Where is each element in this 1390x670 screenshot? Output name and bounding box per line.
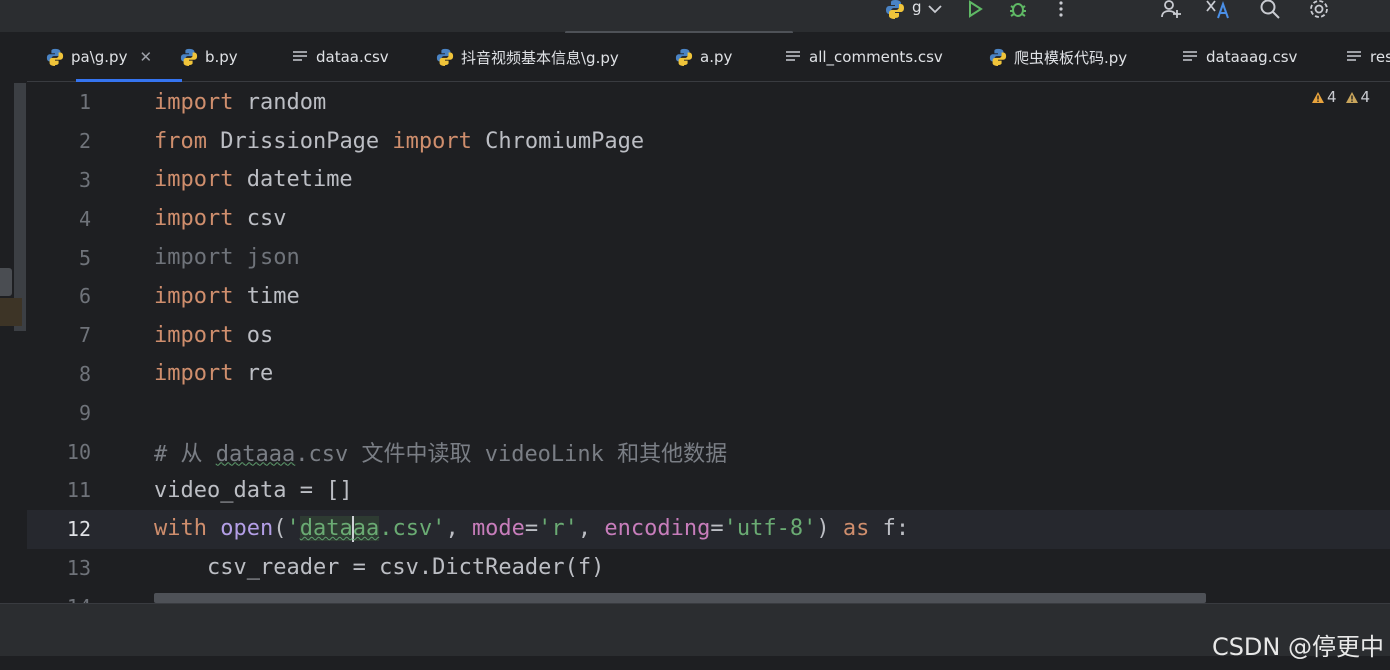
- line-number[interactable]: 8: [27, 362, 91, 386]
- structure-scrollbar[interactable]: [14, 83, 26, 331]
- code-line[interactable]: 13 csv_reader = csv.DictReader(f): [27, 549, 1390, 588]
- status-bar: [0, 656, 1390, 670]
- bottom-panel: CSDN @停更中: [0, 603, 1390, 670]
- line-number[interactable]: 11: [27, 478, 91, 502]
- code-editor[interactable]: 4 4 1 import random 2 from DrissionPage imp…: [27, 82, 1390, 603]
- tab-crawler-template-py[interactable]: 爬虫模板代码.py: [989, 33, 1127, 81]
- tab-res[interactable]: res: [1345, 33, 1390, 81]
- editor-tab-bar: pa\g.py ✕ b.py dataa.csv 抖音视频基本信息\g.py a…: [0, 33, 1390, 82]
- tab-douyin-g-py[interactable]: 抖音视频基本信息\g.py: [436, 33, 619, 81]
- code-text[interactable]: # 从 dataaa.csv 文件中读取 videoLink 和其他数据: [154, 436, 727, 468]
- python-icon[interactable]: [882, 0, 908, 22]
- tab-a-py[interactable]: a.py: [675, 33, 732, 81]
- add-user-icon[interactable]: [1158, 0, 1184, 22]
- code-line[interactable]: 8 import re: [27, 355, 1390, 394]
- code-text[interactable]: import re: [154, 361, 273, 386]
- code-line[interactable]: 12 with open('dataaa.csv', mode='r', enco…: [27, 509, 1390, 549]
- tab-label: 抖音视频基本信息\g.py: [461, 48, 619, 67]
- line-number[interactable]: 13: [27, 556, 91, 580]
- tab-dataa-csv[interactable]: dataa.csv: [291, 33, 389, 81]
- line-number[interactable]: 3: [27, 168, 91, 192]
- code-line[interactable]: 1 import random: [27, 83, 1390, 122]
- debug-icon[interactable]: [1005, 0, 1031, 22]
- line-number[interactable]: 9: [27, 401, 91, 425]
- search-icon[interactable]: [1257, 0, 1283, 22]
- line-number[interactable]: 10: [27, 440, 91, 464]
- tab-label: all_comments.csv: [809, 48, 943, 66]
- code-line[interactable]: 6 import time: [27, 277, 1390, 316]
- code-text[interactable]: video_data = []: [154, 478, 353, 503]
- code-line[interactable]: 5 import json: [27, 238, 1390, 277]
- gutter-marker: [0, 268, 12, 296]
- line-number[interactable]: 4: [27, 207, 91, 231]
- code-line[interactable]: 11 video_data = []: [27, 471, 1390, 510]
- code-line[interactable]: 9: [27, 393, 1390, 432]
- code-text[interactable]: with open('dataaa.csv', mode='r', encodi…: [154, 516, 909, 543]
- tab-pa-g-py[interactable]: pa\g.py ✕: [46, 33, 183, 82]
- line-number[interactable]: 6: [27, 284, 91, 308]
- horizontal-scrollbar[interactable]: [154, 593, 1206, 603]
- line-number[interactable]: 12: [27, 517, 91, 541]
- tab-all-comments-csv[interactable]: all_comments.csv: [784, 33, 943, 81]
- chevron-down-icon[interactable]: [922, 0, 948, 22]
- tab-label: dataa.csv: [316, 48, 389, 66]
- code-text[interactable]: csv_reader = csv.DictReader(f): [154, 555, 604, 580]
- tab-label: a.py: [700, 48, 733, 66]
- line-number[interactable]: 7: [27, 323, 91, 347]
- line-number[interactable]: 5: [27, 246, 91, 270]
- python-icon: [675, 48, 693, 66]
- text-caret: [351, 516, 354, 543]
- code-line[interactable]: 2 from DrissionPage import ChromiumPage: [27, 122, 1390, 161]
- code-line[interactable]: 7 import os: [27, 316, 1390, 355]
- run-icon[interactable]: [962, 0, 988, 22]
- gutter-marker: [0, 298, 22, 326]
- tab-label: dataaag.csv: [1206, 48, 1298, 66]
- code-line[interactable]: 3 import datetime: [27, 161, 1390, 200]
- code-line[interactable]: 4 import csv: [27, 199, 1390, 238]
- line-number[interactable]: 14: [27, 595, 91, 603]
- code-text[interactable]: import time: [154, 284, 300, 309]
- settings-icon[interactable]: [1306, 0, 1332, 22]
- python-icon: [436, 48, 454, 66]
- tab-b-py[interactable]: b.py: [180, 33, 238, 81]
- code-text[interactable]: import csv: [154, 206, 286, 231]
- python-icon: [180, 48, 198, 66]
- python-icon: [46, 48, 64, 66]
- code-text[interactable]: from DrissionPage import ChromiumPage: [154, 129, 644, 154]
- left-tool-strip: [0, 81, 27, 603]
- translate-icon[interactable]: [1205, 0, 1231, 22]
- line-number[interactable]: 2: [27, 129, 91, 153]
- code-text[interactable]: import datetime: [154, 167, 353, 192]
- title-bar: g: [0, 0, 1390, 34]
- text-file-icon: [291, 48, 309, 66]
- watermark: CSDN @停更中: [1211, 633, 1384, 661]
- tab-label: b.py: [205, 48, 238, 66]
- tab-label: pa\g.py: [71, 48, 128, 66]
- code-text[interactable]: import random: [154, 90, 326, 115]
- line-number[interactable]: 1: [27, 90, 91, 114]
- more-icon[interactable]: [1048, 0, 1074, 22]
- text-file-icon: [1345, 48, 1363, 66]
- close-icon[interactable]: ✕: [139, 48, 152, 66]
- tab-label: 爬虫模板代码.py: [1014, 48, 1128, 67]
- tab-label: res: [1370, 48, 1390, 66]
- project-label[interactable]: g: [912, 0, 922, 16]
- code-text[interactable]: import os: [154, 323, 273, 348]
- code-text[interactable]: import json: [154, 245, 300, 270]
- tab-dataaag-csv[interactable]: dataaag.csv: [1181, 33, 1297, 81]
- text-file-icon: [1181, 48, 1199, 66]
- python-icon: [989, 48, 1007, 66]
- text-file-icon: [784, 48, 802, 66]
- code-line[interactable]: 10 # 从 dataaa.csv 文件中读取 videoLink 和其他数据: [27, 432, 1390, 471]
